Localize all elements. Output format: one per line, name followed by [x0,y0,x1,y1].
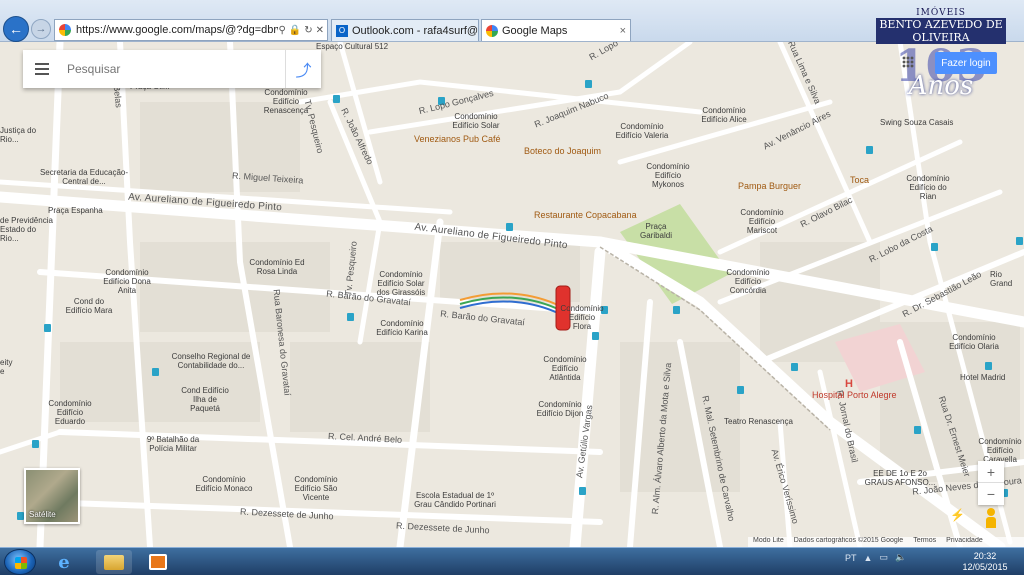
directions-icon: ⤴ [295,63,312,80]
taskbar-internet-explorer[interactable]: e [46,550,82,574]
terms-link[interactable]: Termos [913,537,936,547]
system-tray: PT ▲ ▭ 🔈 [845,552,906,563]
taskbar: e PT ▲ ▭ 🔈 20:32 12/05/2015 [0,547,1024,575]
taskbar-file-explorer[interactable] [96,550,132,574]
place-label[interactable]: Condomínio Edifício São Vicente [290,475,342,502]
place-label[interactable]: Rio Grand [990,270,1024,288]
place-label[interactable]: Condomínio Edifício Solar dos Girassóis [370,270,432,297]
windows-logo-icon [15,557,27,569]
outlook-icon: O [336,24,348,37]
back-button[interactable]: ← [3,16,29,42]
apps-grid-icon[interactable] [902,56,914,68]
folder-icon [104,554,124,570]
tab-google-maps[interactable]: Google Maps × [481,19,631,41]
satellite-label: Satélite [29,510,56,519]
close-icon[interactable]: ✕ [316,25,324,36]
place-label[interactable]: Escola Estadual de 1º Grau Cândido Porti… [410,491,500,509]
place-label[interactable]: Condomínio Edifício Concórdia [720,268,776,295]
place-label[interactable]: Hotel Madrid [960,373,1005,382]
place-label[interactable]: Cond do Edifício Mara [62,297,116,315]
pegman-icon[interactable] [983,508,999,528]
place-label[interactable]: EE DE 1o E 2o GRAUS AFONSO... [860,469,940,487]
place-label[interactable]: Restaurante Copacabana [534,211,637,220]
tab-label: Google Maps [502,24,568,37]
place-label[interactable]: Praça Espanha [48,206,103,215]
forward-button[interactable]: → [31,19,51,39]
place-label[interactable]: Justiça do Rio... [0,126,40,144]
search-input[interactable] [67,54,285,84]
place-label[interactable]: Condomínio Edifício Solar [448,112,504,130]
place-label[interactable]: Condomínio Edifício Caravella [976,437,1024,464]
erts-lightning-icon[interactable]: ⚡ [950,508,965,522]
watermark-top-text: IMÓVEIS [916,8,966,18]
tab-label: Outlook.com - rafa4surf@hot... [352,24,479,37]
place-label[interactable]: 9º Batalhão da Polícia Militar [140,435,206,453]
directions-button[interactable]: ⤴ [285,50,321,88]
svg-text:H: H [845,378,853,390]
url-text: https://www.google.com/maps/@?dg=dbrw [76,24,279,36]
google-favicon-icon [59,24,71,36]
place-label[interactable]: Conselho Regional de Contabilidade do... [168,352,254,370]
menu-icon[interactable] [23,50,61,88]
lock-icon: 🔒 [288,24,302,36]
place-label[interactable]: Condomínio Edifício Mykonos [640,162,696,189]
place-label[interactable]: Condomínio Edifício Alice [696,106,752,124]
media-player-icon [149,554,167,570]
place-label[interactable]: Condomínio Edifício Dona Anita [96,268,158,295]
tray-expand-icon[interactable]: ▲ [864,553,873,563]
place-label[interactable]: Toca [850,176,869,185]
place-label[interactable]: Condomínio Edifício Mariscot [734,208,790,235]
place-label[interactable]: Cond Edifício Ilha de Paquetá [180,386,230,413]
place-label[interactable]: Teatro Renascença [724,417,793,426]
network-icon[interactable]: ▭ [879,552,888,563]
place-label[interactable]: Hospital Porto Alegre [812,391,897,400]
satellite-toggle[interactable]: Satélite [24,468,80,524]
place-label[interactable]: Espaço Cultural 512 [316,42,388,51]
place-label[interactable]: Boteco do Joaquim [524,147,601,156]
zoom-out-button[interactable]: − [978,483,1004,505]
clock[interactable]: 20:32 12/05/2015 [953,551,1017,573]
place-label[interactable]: Condomínio Edifício Atlântida [538,355,592,382]
refresh-icon[interactable]: ↻ [304,25,312,36]
place-label[interactable]: Condomínio Edifício do Rian [900,174,956,201]
map-data-text: Dados cartográficos ©2015 Google [793,537,904,544]
screen: ← → https://www.google.com/maps/@?dg=dbr… [0,0,1024,575]
clock-time: 20:32 [973,551,997,561]
place-label[interactable]: Condomínio Edifício Flora [560,304,604,331]
place-label[interactable]: de Previdência Estado do Rio... [0,216,56,243]
google-favicon-icon [486,24,498,37]
tab-outlook[interactable]: O Outlook.com - rafa4surf@hot... [331,19,479,41]
place-label[interactable]: Condomínio Edifício Dijon [532,400,588,418]
address-bar[interactable]: https://www.google.com/maps/@?dg=dbrw ⚲ … [54,19,328,41]
place-label[interactable]: Condomínio Ed Rosa Linda [248,258,306,276]
street-label: Belas [111,84,124,109]
search-box: ⤴ [23,50,321,88]
map-canvas[interactable]: H Av. Aureliano de Figueiredo Pinto Av. … [0,42,1024,547]
place-label[interactable]: Secretaria da Educação-Central de... [38,168,130,186]
place-label[interactable]: Praça Garibaldi [636,222,676,240]
place-label[interactable]: Condomínio Edifício Karina [374,319,430,337]
place-label[interactable]: Condomínio Edifício Eduardo [44,399,96,426]
place-label[interactable]: Condomínio Edifício Valeria [612,122,672,140]
place-label[interactable]: Pampa Burguer [738,182,801,191]
volume-icon[interactable]: 🔈 [895,552,906,563]
lite-mode-link[interactable]: Modo Lite [753,537,784,547]
clock-date: 12/05/2015 [962,562,1008,572]
place-label[interactable]: Condomínio Edifício Monaco [194,475,254,493]
start-button[interactable] [4,549,36,575]
map-attribution: Modo Lite Dados cartográficos ©2015 Goog… [748,537,1024,547]
browser-chrome: ← → https://www.google.com/maps/@?dg=dbr… [0,0,1024,42]
place-label[interactable]: Condomínio Edifício Renascença [258,88,314,115]
search-icon[interactable]: ⚲ [278,25,285,36]
place-label[interactable]: Condomínio Edifício Olaria [944,333,1004,351]
place-label[interactable]: eity e [0,358,16,376]
zoom-in-button[interactable]: + [978,461,1004,483]
tab-close-icon[interactable]: × [620,25,626,37]
language-indicator[interactable]: PT [845,553,857,563]
privacy-link[interactable]: Privacidade [946,537,983,547]
place-label[interactable]: Venezianos Pub Café [414,135,501,144]
sign-in-button[interactable]: Fazer login [935,52,997,74]
zoom-control: + − [978,461,1004,505]
taskbar-media-player[interactable] [140,550,176,574]
